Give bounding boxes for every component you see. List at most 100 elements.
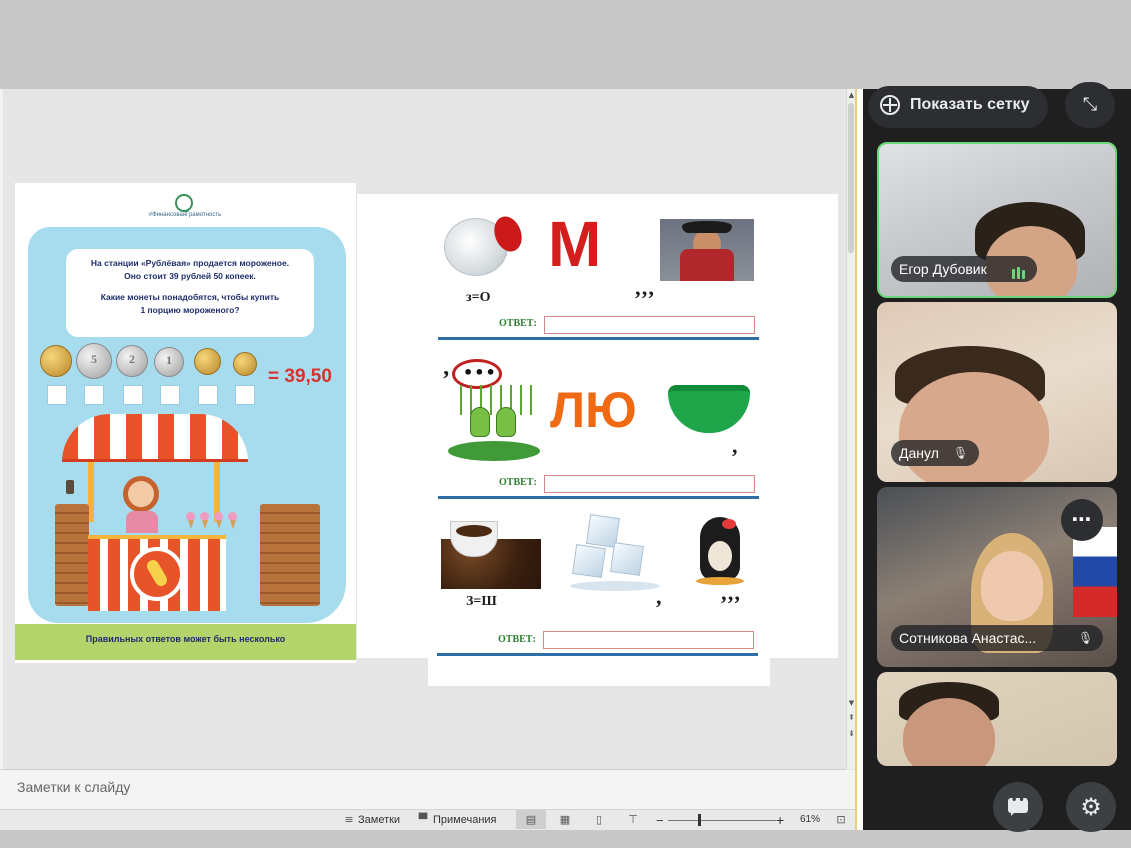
ice-cream-icon [214, 512, 223, 530]
ice-cream-icon [200, 512, 209, 530]
answer-field[interactable] [543, 631, 754, 649]
speech-dots: ••• [463, 363, 497, 382]
frog-icon [496, 407, 516, 437]
task-line: 1 порцию мороженого? [140, 305, 240, 315]
answer-field[interactable] [544, 316, 755, 334]
coin-10-rub-icon [40, 345, 72, 377]
ice-shadow [570, 581, 660, 591]
coin-10-kop-icon [233, 352, 257, 376]
scroll-down-icon[interactable]: ▼ [848, 699, 855, 707]
coin-5-rub-icon: 5 [76, 343, 112, 379]
mic-off-icon: 🎙 [1078, 631, 1094, 645]
participant-name: Данул [899, 445, 939, 461]
rebus-commas: ’’’ [720, 591, 742, 616]
coin-answer-box [123, 385, 143, 405]
answer-label: ОТВЕТ: [498, 634, 536, 645]
zoom-in-button[interactable]: + [776, 812, 784, 828]
participant-tile[interactable] [877, 672, 1117, 766]
fit-slide-icon[interactable]: ⊡ [834, 813, 848, 826]
seller-girl-illustration [123, 476, 159, 512]
task-line: На станции «Рублёвая» продается морожено… [90, 258, 290, 268]
ice-cube-icon [572, 544, 606, 578]
vertical-scrollbar[interactable]: ▲ ▼ ⇞ ⇟ [846, 89, 855, 769]
comments-icon[interactable]: ▀ [416, 813, 430, 826]
mole-feet [696, 577, 744, 585]
task-line: Оно стоит 39 рублей 50 копеек. [124, 271, 256, 281]
zoom-slider-thumb[interactable] [698, 814, 701, 826]
fence-illustration [260, 504, 320, 606]
participant-name: Сотникова Анастас... [899, 630, 1037, 646]
bottom-bar [0, 830, 1131, 848]
frog-icon [470, 407, 490, 437]
coin-answer-box [47, 385, 67, 405]
slideshow-icon[interactable]: ⊤ [626, 813, 640, 826]
coin-2-rub-icon: 2 [116, 345, 148, 377]
coin-answer-box [235, 385, 255, 405]
sum-total: = 39,50 [268, 366, 332, 387]
notes-placeholder[interactable]: Заметки к слайду [17, 779, 130, 795]
zoom-out-button[interactable]: − [656, 813, 664, 828]
ice-cube-icon [610, 542, 644, 576]
coin-answer-box [160, 385, 180, 405]
ice-cream-icon [186, 512, 195, 530]
row-divider [438, 337, 759, 340]
collapse-icon[interactable]: ⤡ [1065, 82, 1115, 128]
seller-girl-body [126, 511, 158, 533]
reeds-illustration [452, 385, 538, 415]
participant-face [981, 551, 1043, 621]
window-separator [855, 89, 863, 830]
zoom-level[interactable]: 61% [800, 814, 820, 825]
task-line [76, 283, 304, 291]
footer-note: Правильных ответов может быть несколько [85, 634, 286, 644]
participant-name-chip: Сотникова Анастас... [891, 625, 1103, 651]
rebus-equation: З=Ш [466, 594, 497, 609]
speaking-indicator-icon [1012, 264, 1028, 279]
coin-50-kop-icon [194, 348, 221, 375]
rebus-comma: , [656, 584, 662, 609]
more-options-icon[interactable]: ⋯ [1061, 499, 1103, 541]
show-grid-label[interactable]: Показать сетку [910, 96, 1029, 114]
grid-icon [880, 95, 900, 115]
notes-icon[interactable]: ≡ [342, 813, 356, 826]
top-bar [0, 0, 1131, 89]
comments-button[interactable]: Примечания [433, 814, 497, 826]
zoom-slider[interactable] [668, 820, 776, 821]
answer-field[interactable] [544, 475, 755, 493]
reading-view-icon[interactable]: ▯ [592, 813, 606, 826]
logo-icon [175, 194, 193, 212]
rebus-comma: , [732, 433, 738, 458]
pirate-shirt [680, 249, 734, 281]
task-card: На станции «Рублёвая» продается морожено… [66, 249, 314, 337]
ice-cream-icon [228, 512, 237, 530]
task-line: Какие монеты понадобятся, чтобы купить [100, 292, 280, 302]
logo-text: #ФинансоваяГрамотность [148, 212, 222, 218]
answer-label: ОТВЕТ: [499, 318, 537, 329]
coin-answer-box [198, 385, 218, 405]
answer-label: ОТВЕТ: [499, 477, 537, 488]
slide-sorter-icon[interactable]: ▦ [558, 813, 572, 826]
rebus-comma: ’ [442, 367, 450, 393]
fence-illustration [55, 504, 89, 606]
rebus-letter-m: М [548, 208, 602, 280]
rebus-letters-lyu: ЛЮ [550, 382, 637, 438]
mole-nose [722, 519, 736, 529]
rebus-commas: ’’’ [634, 286, 656, 311]
row-divider [437, 653, 758, 656]
mic-off-icon: 🎙 [953, 446, 969, 460]
lantern-icon [66, 480, 74, 494]
popsicle-badge-icon [130, 547, 184, 601]
rebus-equation: з=О [466, 290, 491, 305]
normal-view-icon[interactable]: ▤ [524, 813, 538, 826]
scroll-up-icon[interactable]: ▲ [848, 91, 855, 99]
scrollbar-thumb[interactable] [848, 103, 854, 253]
stall-awning-illustration [62, 414, 248, 462]
settings-icon[interactable]: ⚙ [1066, 782, 1116, 832]
coin-1-rub-icon: 1 [154, 347, 184, 377]
lily-pad-illustration [448, 441, 540, 461]
editor-edge [0, 89, 3, 830]
coin-answer-box [84, 385, 104, 405]
chat-icon[interactable] [993, 782, 1043, 832]
notes-button[interactable]: Заметки [358, 814, 400, 826]
chat-dots: ••• [1011, 795, 1034, 806]
participant-name: Егор Дубовик [899, 261, 987, 277]
